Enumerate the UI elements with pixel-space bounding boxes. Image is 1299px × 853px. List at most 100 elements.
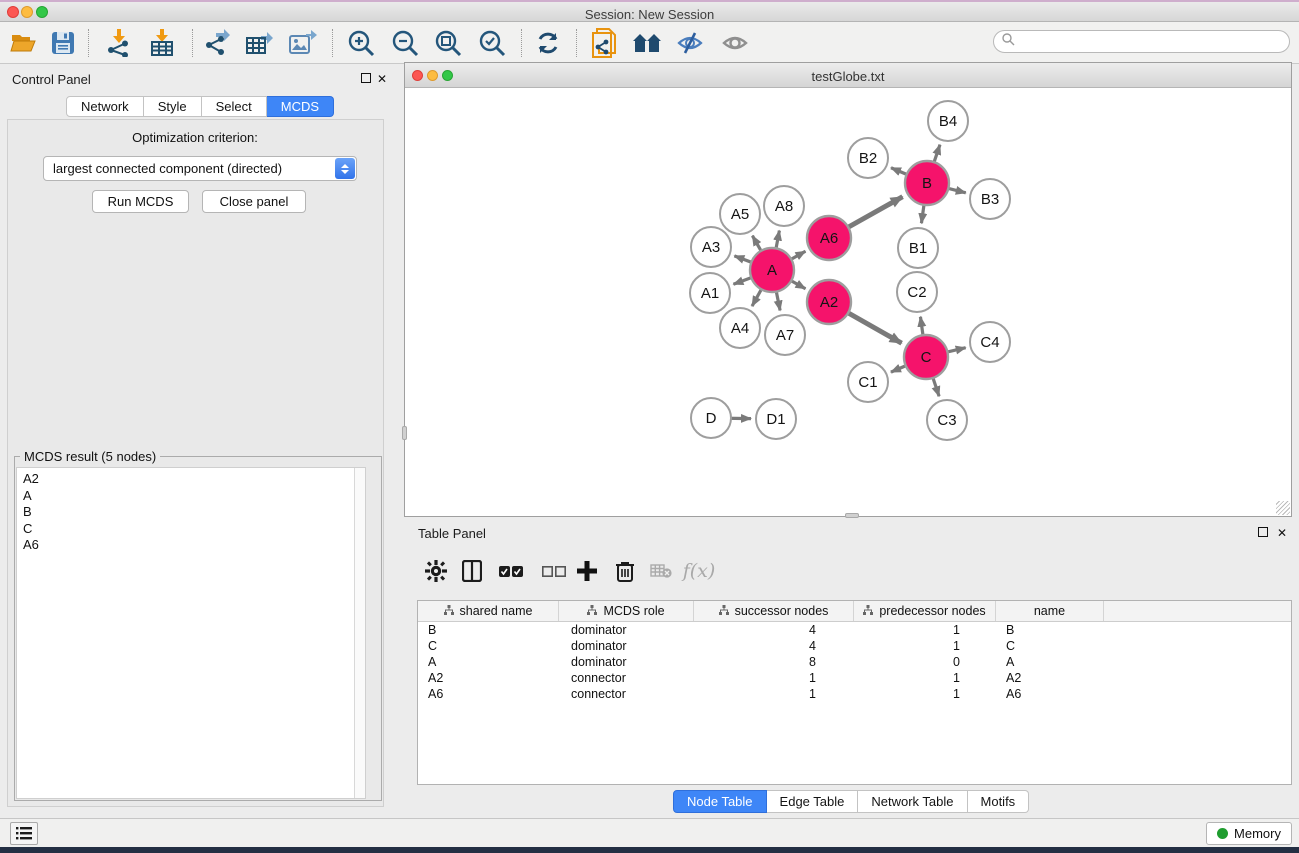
close-panel-icon[interactable]: ✕ [377,73,387,85]
new-network-file-icon[interactable] [587,26,623,60]
node-table-body: Bdominator41BCdominator41CAdominator80AA… [418,622,1291,702]
create-column-icon[interactable] [455,554,489,588]
column-header-successor-nodes[interactable]: successor nodes [694,601,854,621]
float-panel-icon[interactable] [361,73,371,83]
cell[interactable]: A2 [996,670,1104,686]
show-graphics-details-icon[interactable] [717,26,753,60]
tab-network-table[interactable]: Network Table [858,790,967,813]
unselect-all-columns-icon[interactable] [537,554,571,588]
zoom-selected-icon[interactable] [474,26,510,60]
cell[interactable]: 0 [854,654,996,670]
cell[interactable]: dominator [559,638,694,654]
column-header-shared-name[interactable]: shared name [418,601,559,621]
tab-node-table[interactable]: Node Table [673,790,767,813]
criterion-select[interactable]: largest connected component (directed) [43,156,357,181]
cell[interactable]: 1 [694,670,854,686]
toolbar-separator [88,29,89,57]
tab-mcds[interactable]: MCDS [267,96,334,117]
add-row-icon[interactable] [570,554,604,588]
node-label-C3: C3 [937,412,956,429]
select-all-columns-icon[interactable] [494,554,528,588]
node-table[interactable]: shared nameMCDS rolesuccessor nodesprede… [417,600,1292,785]
column-label: name [1034,604,1065,618]
column-header-name[interactable]: name [996,601,1104,621]
network-graph-canvas[interactable]: B4B2BB3A8A5A6A3B1AC2A1A2A4A7C4CC1C3DD1 [405,88,1291,516]
node-label-C: C [921,349,932,366]
export-network-icon[interactable] [200,26,236,60]
table-row[interactable]: Cdominator41C [418,638,1291,654]
desktop-wallpaper-bottom [0,847,1299,853]
cell[interactable]: 1 [694,686,854,702]
cell[interactable]: A2 [418,670,559,686]
cell[interactable]: 1 [854,686,996,702]
delete-row-icon[interactable] [608,554,642,588]
home-icon[interactable] [629,26,665,60]
mcds-result-item[interactable]: A2 [23,471,365,488]
tab-edge-table[interactable]: Edge Table [767,790,859,813]
hide-graphics-details-icon[interactable] [672,26,708,60]
vertical-split-handle[interactable] [402,426,407,440]
cell[interactable]: B [996,622,1104,638]
cell[interactable]: 4 [694,638,854,654]
tab-motifs[interactable]: Motifs [968,790,1030,813]
table-row[interactable]: A6connector11A6 [418,686,1291,702]
mcds-result-item[interactable]: C [23,521,365,538]
cell[interactable]: C [996,638,1104,654]
cell[interactable]: A6 [996,686,1104,702]
table-row[interactable]: A2connector11A2 [418,670,1291,686]
run-mcds-button[interactable]: Run MCDS [92,190,189,213]
close-panel-button[interactable]: Close panel [202,190,306,213]
node-table-header: shared nameMCDS rolesuccessor nodesprede… [418,601,1291,622]
import-network-icon[interactable] [101,26,137,60]
cell[interactable]: connector [559,686,694,702]
cell[interactable]: C [418,638,559,654]
mcds-result-item[interactable]: A6 [23,537,365,554]
tab-network[interactable]: Network [66,96,144,117]
column-header-predecessor-nodes[interactable]: predecessor nodes [854,601,996,621]
tab-style[interactable]: Style [144,96,202,117]
cell[interactable]: dominator [559,622,694,638]
memory-button[interactable]: Memory [1206,822,1292,845]
main-toolbar [0,22,1299,64]
mcds-result-scrollbar[interactable] [354,468,365,798]
column-settings-icon[interactable] [419,554,453,588]
cell[interactable]: A [418,654,559,670]
table-row[interactable]: Bdominator41B [418,622,1291,638]
node-label-A7: A7 [776,327,794,344]
cell[interactable]: 1 [854,670,996,686]
save-session-icon[interactable] [45,26,81,60]
cell[interactable]: dominator [559,654,694,670]
table-close-panel-icon[interactable]: ✕ [1277,527,1287,539]
cell[interactable]: B [418,622,559,638]
horizontal-split-handle[interactable] [845,513,859,518]
apply-layout-icon[interactable] [530,26,566,60]
task-history-button[interactable] [10,822,38,845]
cell[interactable]: 4 [694,622,854,638]
cell[interactable]: 8 [694,654,854,670]
zoom-in-icon[interactable] [343,26,379,60]
cell[interactable]: 1 [854,622,996,638]
zoom-fit-icon[interactable] [430,26,466,60]
import-table-icon[interactable] [144,26,180,60]
table-float-panel-icon[interactable] [1258,527,1268,537]
cell[interactable]: 1 [854,638,996,654]
window-resize-grip[interactable] [1276,501,1290,515]
network-window-titlebar[interactable]: testGlobe.txt [405,63,1291,88]
tab-select[interactable]: Select [202,96,267,117]
mcds-result-item[interactable]: B [23,504,365,521]
table-row[interactable]: Adominator80A [418,654,1291,670]
delete-table-icon[interactable] [644,554,678,588]
search-box[interactable] [993,30,1290,53]
column-header-MCDS-role[interactable]: MCDS role [559,601,694,621]
cell[interactable]: A6 [418,686,559,702]
mcds-result-item[interactable]: A [23,488,365,505]
open-session-icon[interactable] [5,26,41,60]
zoom-out-icon[interactable] [387,26,423,60]
network-window-title: testGlobe.txt [405,69,1291,84]
export-image-icon[interactable] [285,26,321,60]
function-builder-icon[interactable]: f(x) [682,554,716,588]
export-table-icon[interactable] [242,26,278,60]
search-input[interactable] [1020,35,1289,49]
cell[interactable]: A [996,654,1104,670]
cell[interactable]: connector [559,670,694,686]
